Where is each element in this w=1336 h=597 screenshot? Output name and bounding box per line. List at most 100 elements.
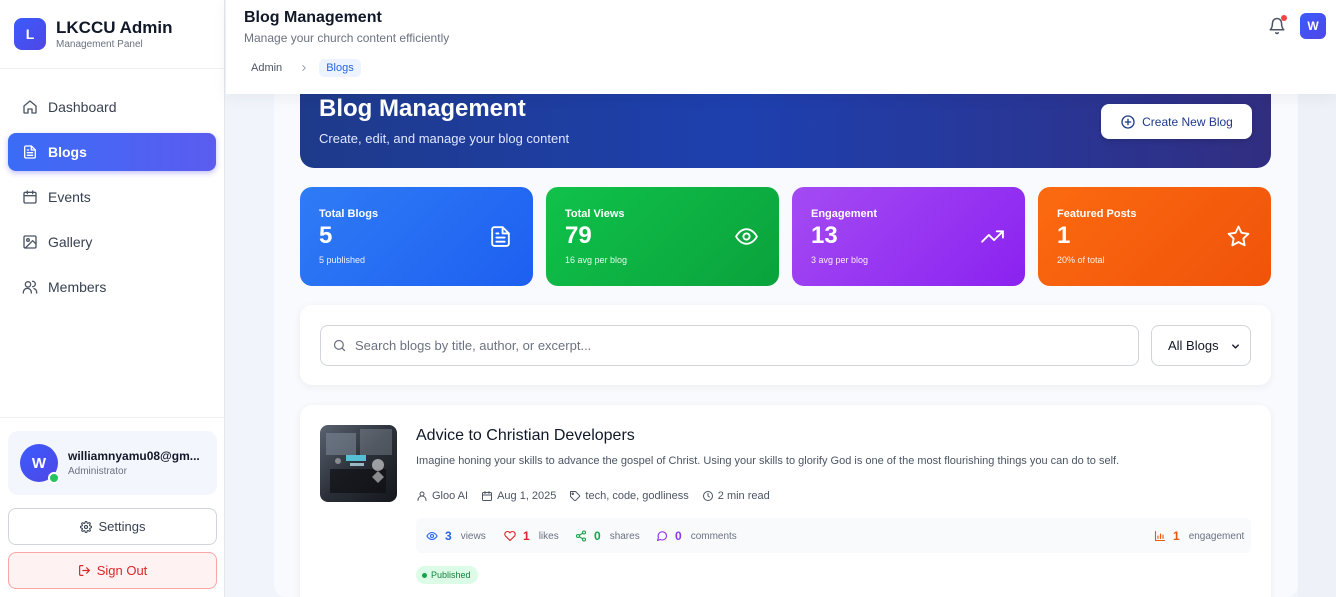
blog-meta: Gloo AI Aug 1, 2025 tech, code, godlines… — [416, 490, 783, 502]
stat-card-engagement: Engagement 13 3 avg per blog — [792, 187, 1025, 286]
blog-stats-row: 3 views 1 likes 0 shares 0 comments 1 en… — [416, 518, 1251, 553]
header-avatar[interactable]: W — [1300, 13, 1326, 39]
sidebar-item-blogs[interactable]: Blogs — [8, 133, 216, 171]
stat-label: Total Views — [565, 208, 625, 220]
sign-out-button[interactable]: Sign Out — [8, 552, 217, 589]
document-icon — [488, 224, 513, 249]
stat-card-total-blogs: Total Blogs 5 5 published — [300, 187, 533, 286]
hero-subtitle: Create, edit, and manage your blog conte… — [319, 131, 570, 146]
user-role: Administrator — [68, 466, 127, 477]
brand-logo: L — [14, 18, 46, 50]
sidebar-item-gallery[interactable]: Gallery — [8, 223, 216, 261]
star-icon — [1226, 224, 1251, 249]
eye-icon — [734, 224, 759, 249]
sidebar-item-label: Members — [48, 279, 107, 295]
eye-icon — [426, 530, 438, 542]
breadcrumb: Admin Blogs — [244, 59, 361, 77]
blog-card[interactable]: Advice to Christian Developers Imagine h… — [300, 405, 1271, 597]
user-email: williamnyamu08@gm... — [68, 449, 200, 463]
stat-card-total-views: Total Views 79 16 avg per blog — [546, 187, 779, 286]
stat-subtext: 20% of total — [1057, 255, 1105, 265]
search-icon — [332, 338, 347, 353]
stat-subtext: 5 published — [319, 255, 366, 265]
views-label: views — [460, 530, 486, 542]
sidebar-item-label: Events — [48, 189, 91, 205]
likes-stat: 1 likes — [504, 529, 559, 543]
search-field[interactable] — [320, 325, 1139, 366]
engagement-label: engagement — [1188, 530, 1245, 542]
create-new-blog-label: Create New Blog — [1142, 114, 1233, 129]
users-icon — [22, 279, 38, 295]
author-name: Gloo AI — [432, 490, 469, 502]
stat-value: 79 — [565, 222, 592, 249]
stat-value: 13 — [811, 222, 838, 249]
blog-author: Gloo AI — [416, 490, 468, 502]
comments-stat: 0 comments — [656, 529, 737, 543]
sidebar-item-events[interactable]: Events — [8, 178, 216, 216]
brand-subtitle: Management Panel — [56, 39, 143, 50]
comments-label: comments — [690, 530, 737, 542]
shares-label: shares — [609, 530, 640, 542]
likes-count: 1 — [523, 529, 530, 543]
top-bar: Blog Management Manage your church conte… — [226, 0, 1336, 94]
sidebar-item-label: Dashboard — [48, 99, 117, 115]
hero-banner: Blog Management Create, edit, and manage… — [300, 84, 1271, 168]
blog-filter-select[interactable]: All Blogs — [1151, 325, 1251, 366]
engagement-stat: 1 engagement — [1154, 529, 1244, 543]
sign-out-label: Sign Out — [96, 563, 148, 578]
image-icon — [22, 234, 38, 250]
blog-title[interactable]: Advice to Christian Developers — [416, 427, 635, 445]
settings-label: Settings — [98, 519, 146, 534]
date-text: Aug 1, 2025 — [497, 490, 557, 502]
views-stat: 3 views — [426, 529, 486, 543]
chevron-down-icon — [1230, 341, 1241, 352]
sidebar-nav: Dashboard Blogs Events Gallery Members — [0, 69, 224, 306]
user-card[interactable]: W williamnyamu08@gm... Administrator — [8, 431, 217, 495]
create-new-blog-button[interactable]: Create New Blog — [1101, 104, 1252, 139]
breadcrumb-admin[interactable]: Admin — [244, 59, 289, 77]
blog-thumbnail[interactable] — [320, 425, 397, 502]
heart-icon — [504, 530, 516, 542]
comments-count: 0 — [675, 529, 682, 543]
stat-label: Engagement — [811, 208, 878, 220]
logout-icon — [78, 564, 91, 577]
engagement-count: 1 — [1173, 529, 1180, 543]
brand-title: LKCCU Admin — [56, 18, 173, 37]
sidebar-footer: W williamnyamu08@gm... Administrator Set… — [0, 417, 225, 597]
stat-label: Featured Posts — [1057, 208, 1137, 220]
sidebar-item-dashboard[interactable]: Dashboard — [8, 88, 216, 126]
search-input[interactable] — [355, 338, 1115, 353]
comment-icon — [656, 530, 668, 542]
tag-icon — [569, 490, 581, 502]
filter-value: All Blogs — [1168, 338, 1219, 353]
blog-tags: tech, code, godliness — [569, 490, 689, 502]
avatar: W — [20, 444, 60, 484]
blog-read-time: 2 min read — [702, 490, 770, 502]
status-badge: Published — [416, 566, 478, 584]
stat-subtext: 3 avg per blog — [811, 255, 869, 265]
online-status-dot — [48, 472, 60, 484]
scrollbar-track[interactable] — [1298, 94, 1336, 597]
notification-bell-icon[interactable] — [1268, 15, 1287, 35]
read-time-text: 2 min read — [717, 490, 770, 502]
clock-icon — [702, 490, 714, 502]
trending-up-icon — [980, 224, 1005, 249]
shares-stat: 0 shares — [575, 529, 640, 543]
stat-value: 5 — [319, 222, 333, 249]
settings-button[interactable]: Settings — [8, 508, 217, 545]
search-card: All Blogs — [300, 305, 1271, 385]
blog-date: Aug 1, 2025 — [481, 490, 556, 502]
home-icon — [22, 99, 38, 115]
status-dot — [422, 572, 427, 578]
sidebar-item-members[interactable]: Members — [8, 268, 216, 306]
views-count: 3 — [445, 529, 452, 543]
avatar-letter: W — [31, 454, 47, 472]
blog-excerpt: Imagine honing your skills to advance th… — [416, 455, 1120, 467]
stat-subtext: 16 avg per blog — [565, 255, 628, 265]
notification-dot — [1281, 15, 1287, 21]
stat-label: Total Blogs — [319, 208, 379, 220]
stat-value: 1 — [1057, 222, 1071, 249]
sidebar-item-label: Gallery — [48, 234, 93, 250]
breadcrumb-blogs[interactable]: Blogs — [319, 59, 361, 77]
hero-title: Blog Management — [319, 95, 526, 122]
